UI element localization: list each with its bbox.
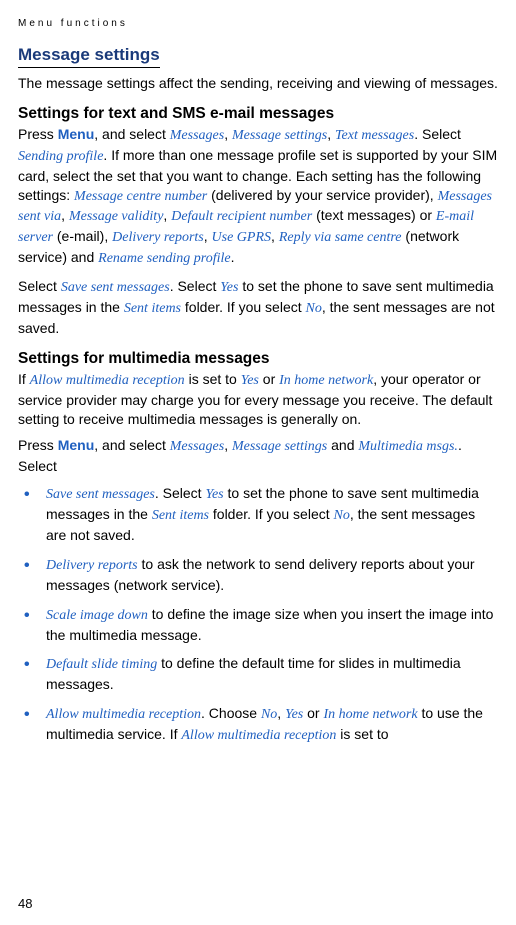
- menu-term: Menu: [58, 437, 95, 453]
- ui-multimedia-msgs: Multimedia msgs.: [358, 439, 458, 454]
- t: ,: [224, 437, 232, 453]
- ui-allow-reception: Allow multimedia reception: [181, 728, 336, 743]
- t: ,: [277, 705, 285, 721]
- menu-term: Menu: [58, 126, 95, 142]
- ui-sent-items: Sent items: [152, 508, 209, 523]
- ui-slide-timing: Default slide timing: [46, 657, 157, 672]
- t: , and select: [94, 437, 170, 453]
- t: . Select: [170, 278, 221, 294]
- t: ,: [204, 228, 212, 244]
- t: Select: [18, 278, 61, 294]
- ui-allow-reception: Allow multimedia reception: [46, 707, 201, 722]
- ui-delivery-reports: Delivery reports: [46, 558, 138, 573]
- list-item: Delivery reports to ask the network to s…: [18, 555, 498, 595]
- list-item: Default slide timing to define the defau…: [18, 654, 498, 694]
- ui-message-settings: Message settings: [232, 439, 327, 454]
- t: . Choose: [201, 705, 261, 721]
- page-number: 48: [18, 896, 32, 911]
- t: Press: [18, 437, 58, 453]
- list-item: Allow multimedia reception. Choose No, Y…: [18, 704, 498, 746]
- t: . Select: [414, 126, 461, 142]
- t: or: [303, 705, 323, 721]
- ui-messages: Messages: [170, 439, 224, 454]
- ui-no: No: [334, 508, 350, 523]
- ui-save-sent: Save sent messages: [61, 280, 170, 295]
- ui-rename-profile: Rename sending profile: [98, 251, 230, 266]
- t: , and select: [94, 126, 170, 142]
- ui-no: No: [306, 301, 322, 316]
- ui-yes: Yes: [285, 707, 303, 722]
- ui-home-network: In home network: [323, 707, 417, 722]
- sms-para-1: Press Menu, and select Messages, Message…: [18, 125, 498, 269]
- ui-default-recipient: Default recipient number: [171, 209, 312, 224]
- header-label: Menu functions: [18, 18, 498, 29]
- ui-home-network: In home network: [279, 373, 373, 388]
- ui-messages: Messages: [170, 128, 224, 143]
- t: is set to: [336, 726, 388, 742]
- ui-centre-number: Message centre number: [74, 189, 207, 204]
- list-item: Save sent messages. Select Yes to set th…: [18, 484, 498, 545]
- t: .: [231, 249, 235, 265]
- t: ,: [224, 126, 232, 142]
- t: ,: [327, 126, 335, 142]
- t: (text messages) or: [312, 207, 436, 223]
- ui-scale-image: Scale image down: [46, 608, 148, 623]
- ui-yes: Yes: [205, 487, 223, 502]
- t: ,: [271, 228, 279, 244]
- ui-yes: Yes: [241, 373, 259, 388]
- ui-message-settings: Message settings: [232, 128, 327, 143]
- ui-text-messages: Text messages: [335, 128, 414, 143]
- t: . Select: [155, 485, 206, 501]
- mms-para-1: If Allow multimedia reception is set to …: [18, 370, 498, 429]
- t: (e-mail),: [53, 228, 112, 244]
- ui-save-sent: Save sent messages: [46, 487, 155, 502]
- ui-no: No: [261, 707, 277, 722]
- t: ,: [61, 207, 69, 223]
- t: folder. If you select: [209, 506, 334, 522]
- t: If: [18, 371, 30, 387]
- t: (delivered by your service provider),: [207, 187, 437, 203]
- t: folder. If you select: [181, 299, 306, 315]
- sms-heading: Settings for text and SMS e-mail message…: [18, 105, 498, 123]
- ui-reply-via: Reply via same centre: [279, 230, 402, 245]
- t: Press: [18, 126, 58, 142]
- t: and: [327, 437, 358, 453]
- sms-para-2: Select Save sent messages. Select Yes to…: [18, 277, 498, 338]
- intro-text: The message settings affect the sending,…: [18, 74, 498, 93]
- ui-use-gprs: Use GPRS: [212, 230, 272, 245]
- section-title-wrap: Message settings: [18, 45, 498, 74]
- ui-sending-profile: Sending profile: [18, 149, 103, 164]
- mms-para-2: Press Menu, and select Messages, Message…: [18, 436, 498, 476]
- ui-yes: Yes: [220, 280, 238, 295]
- ui-delivery-reports: Delivery reports: [112, 230, 204, 245]
- ui-validity: Message validity: [69, 209, 163, 224]
- mms-bullet-list: Save sent messages. Select Yes to set th…: [18, 484, 498, 746]
- list-item: Scale image down to define the image siz…: [18, 605, 498, 645]
- t: is set to: [185, 371, 241, 387]
- section-title: Message settings: [18, 45, 160, 68]
- ui-sent-items: Sent items: [124, 301, 181, 316]
- mms-heading: Settings for multimedia messages: [18, 350, 498, 368]
- t: or: [259, 371, 279, 387]
- ui-allow-reception: Allow multimedia reception: [30, 373, 185, 388]
